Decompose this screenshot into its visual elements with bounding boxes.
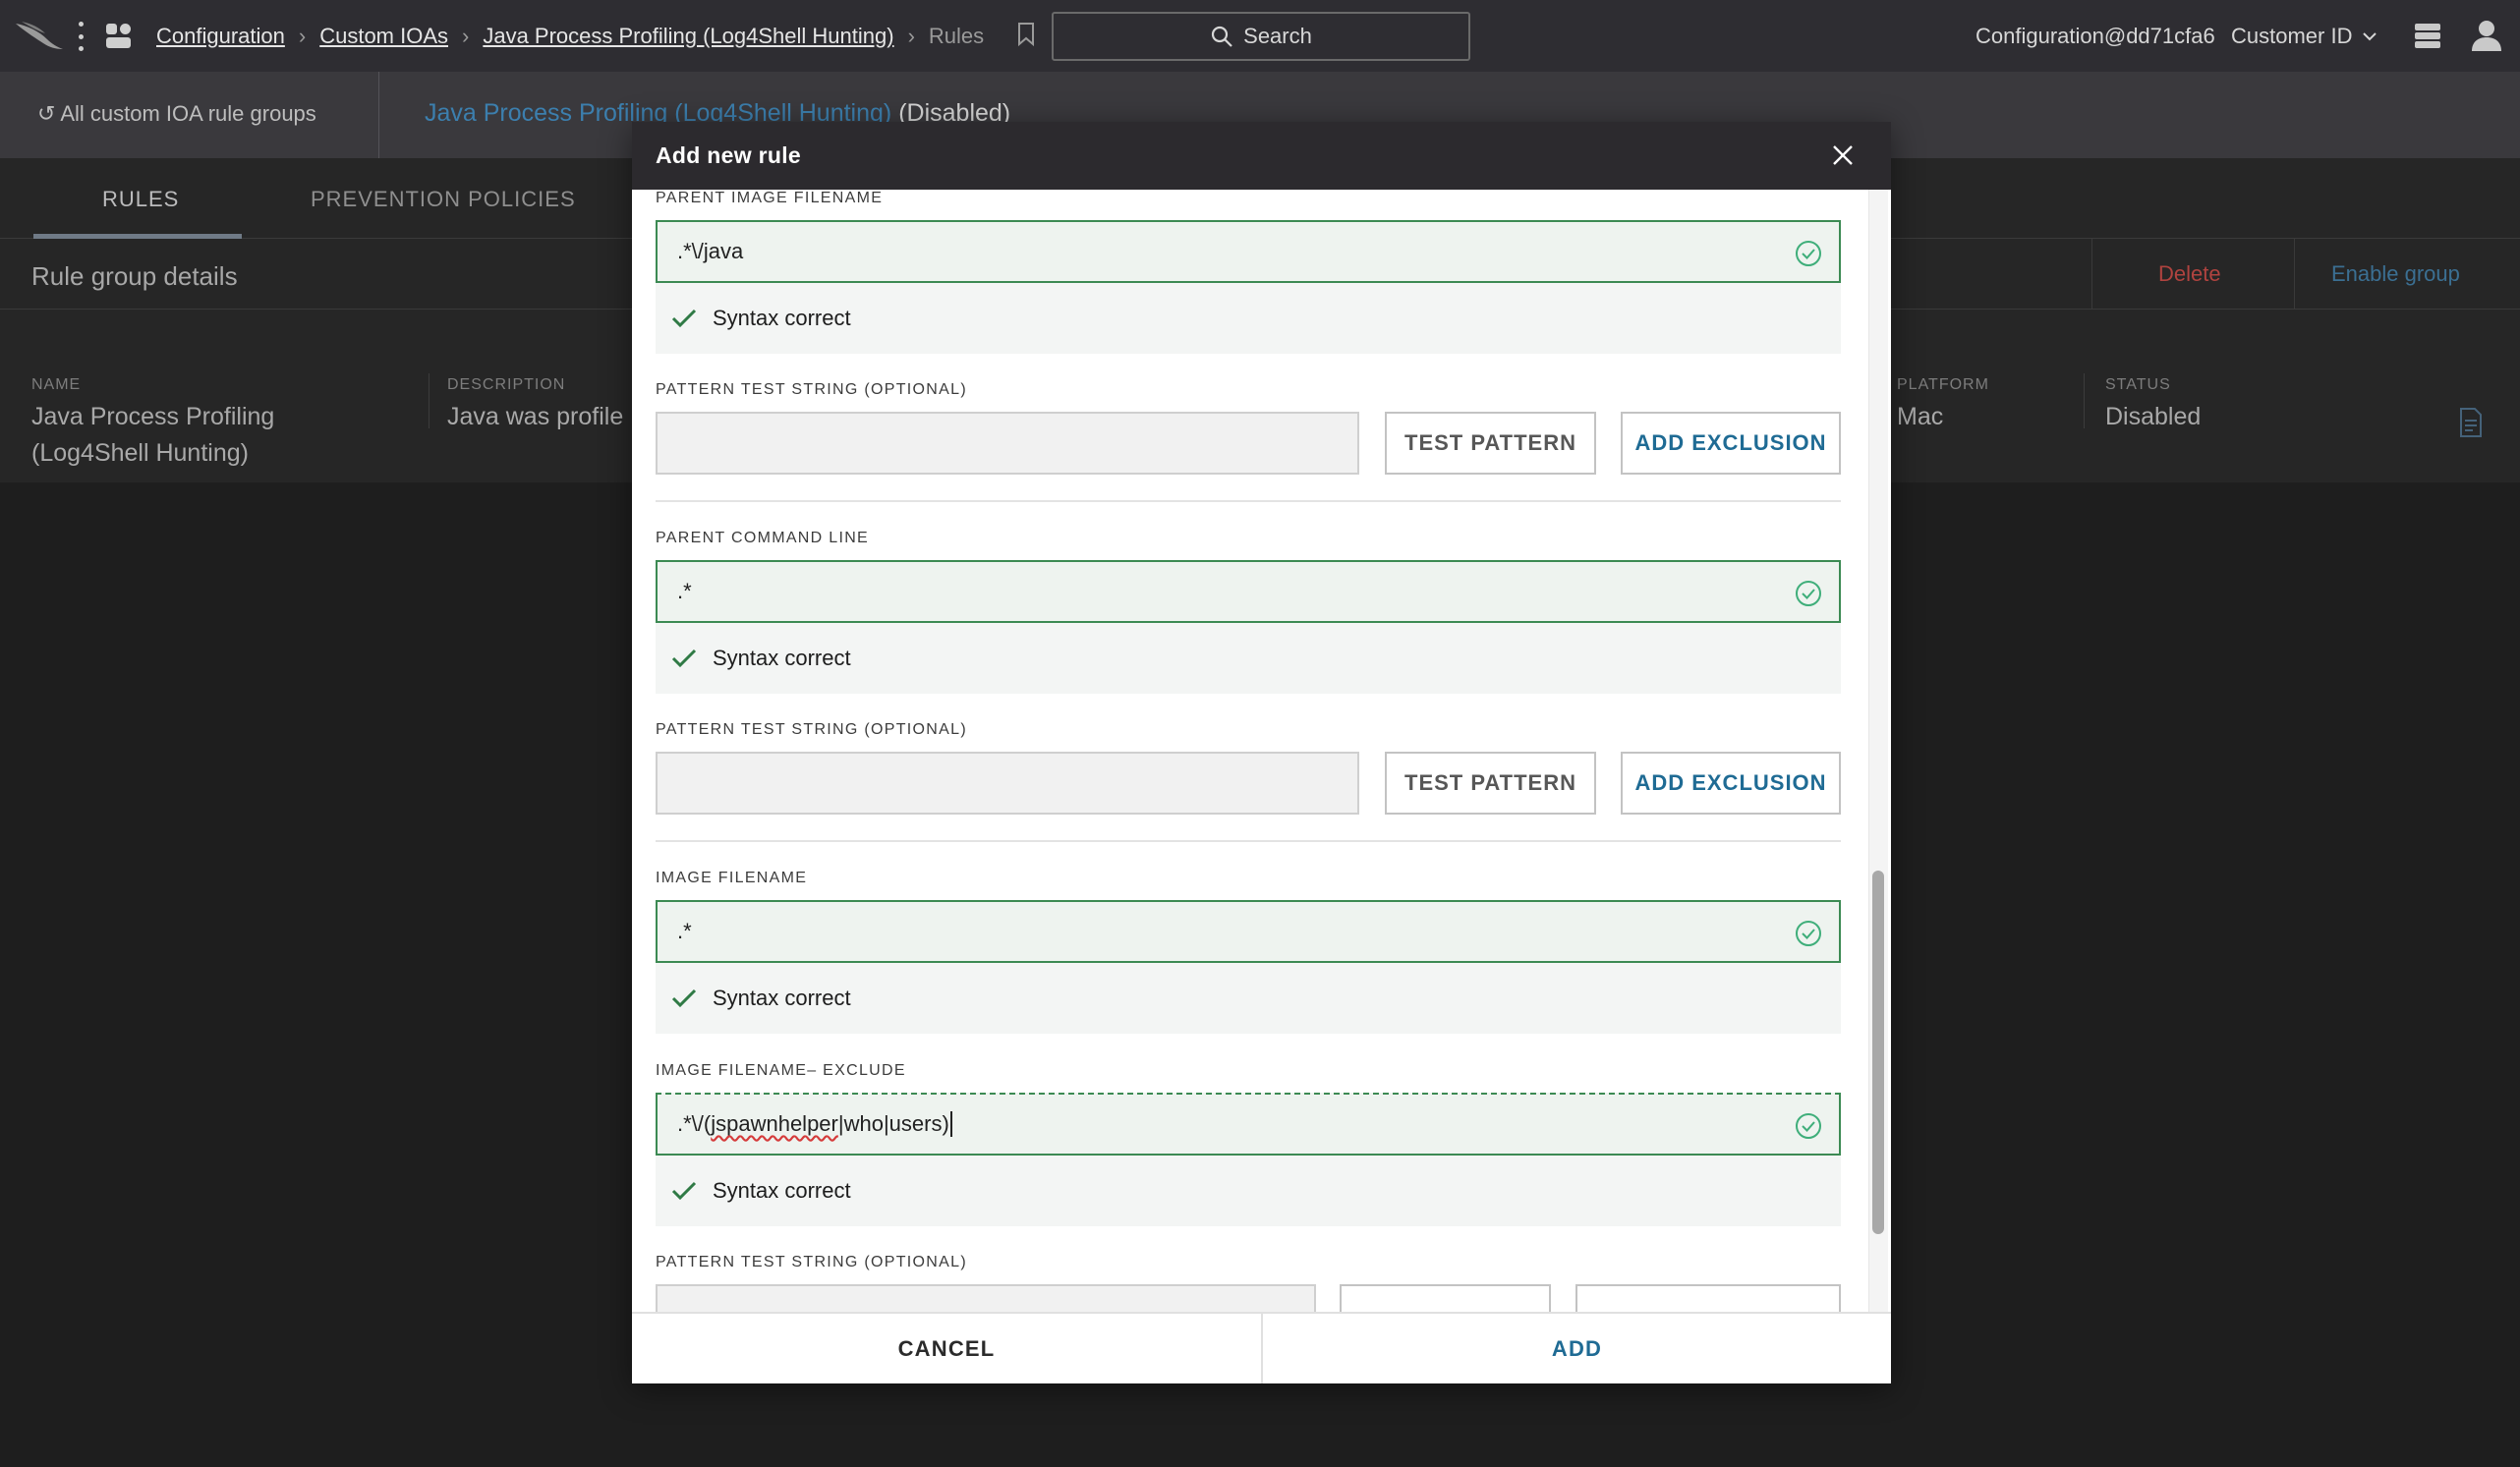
- rule-group-details-title: Rule group details: [31, 261, 238, 291]
- status-value: Disabled: [2105, 403, 2202, 430]
- syntax-status-text: Syntax correct: [713, 306, 851, 330]
- divider: [378, 72, 379, 158]
- dialog-title: Add new rule: [656, 142, 802, 168]
- check-circle-icon: [1796, 921, 1821, 946]
- name-value-line2: (Log4Shell Hunting): [31, 439, 249, 467]
- search-input[interactable]: Search: [1052, 12, 1470, 61]
- divider: [2091, 239, 2092, 309]
- add-exclusion-button[interactable]: ADD EXCLUSION: [1621, 412, 1841, 475]
- pattern-test-label: PATTERN TEST STRING (OPTIONAL): [656, 721, 967, 738]
- divider: [656, 500, 1841, 502]
- delete-group-button[interactable]: Delete: [2158, 261, 2221, 287]
- add-button[interactable]: ADD: [1263, 1314, 1891, 1383]
- tab-rules[interactable]: RULES: [102, 187, 179, 212]
- syntax-status: Syntax correct: [656, 283, 1841, 354]
- checkmark-icon: [671, 1181, 697, 1201]
- parent-command-line-label: PARENT COMMAND LINE: [656, 530, 870, 546]
- undo-icon: ↺: [37, 101, 61, 126]
- add-rule-dialog: Add new rule PARENT IMAGE FILENAME .*\/j…: [632, 122, 1891, 1383]
- syntax-status-text: Syntax correct: [713, 1178, 851, 1203]
- dialog-footer: CANCEL ADD: [632, 1312, 1891, 1383]
- platform-value: Mac: [1897, 403, 1944, 430]
- pattern-test-label: PATTERN TEST STRING (OPTIONAL): [656, 381, 967, 398]
- breadcrumb-rule-group[interactable]: Java Process Profiling (Log4Shell Huntin…: [483, 24, 893, 49]
- syntax-status-text: Syntax correct: [713, 646, 851, 670]
- checkmark-icon: [671, 988, 697, 1008]
- check-circle-icon: [1796, 581, 1821, 606]
- parent-image-filename-label: PARENT IMAGE FILENAME: [656, 190, 884, 206]
- status-label: STATUS: [2105, 376, 2171, 393]
- image-filename-label: IMAGE FILENAME: [656, 870, 808, 886]
- syntax-status: Syntax correct: [656, 623, 1841, 694]
- add-exclusion-button[interactable]: [1575, 1284, 1841, 1312]
- user-icon[interactable]: [2469, 18, 2504, 53]
- name-value: Java Process Profiling: [31, 403, 275, 430]
- stack-icon[interactable]: [2412, 20, 2443, 51]
- syntax-status: Syntax correct: [656, 963, 1841, 1034]
- enable-group-button[interactable]: Enable group: [2331, 261, 2460, 287]
- image-filename-exclude-label: IMAGE FILENAME– EXCLUDE: [656, 1062, 906, 1079]
- search-placeholder: Search: [1243, 24, 1312, 48]
- image-filename-value: .*: [677, 919, 692, 943]
- pattern-test-label: PATTERN TEST STRING (OPTIONAL): [656, 1254, 967, 1270]
- apps-icon[interactable]: [104, 22, 134, 51]
- search-icon: [1212, 26, 1232, 47]
- breadcrumb-chevron-icon: ›: [462, 24, 470, 48]
- image-filename-exclude-value: .*\/(jspawnhelper|who|users): [677, 1111, 952, 1137]
- pattern-test-input[interactable]: [656, 752, 1359, 815]
- test-pattern-button[interactable]: TEST PATTERN: [1385, 412, 1596, 475]
- active-tab-indicator: [33, 234, 242, 239]
- bookmark-icon[interactable]: [1016, 22, 1036, 47]
- description-label: DESCRIPTION: [447, 376, 566, 393]
- back-link-label: All custom IOA rule groups: [60, 101, 316, 126]
- parent-command-line-value: .*: [677, 579, 692, 603]
- chevron-down-icon: [2363, 32, 2377, 41]
- dialog-body: PARENT IMAGE FILENAME .*\/java Syntax co…: [632, 190, 1891, 1312]
- breadcrumb: Configuration › Custom IOAs › Java Proce…: [156, 24, 984, 49]
- parent-image-filename-value: .*\/java: [677, 239, 744, 263]
- divider: [2294, 239, 2295, 309]
- checkmark-icon: [671, 309, 697, 328]
- parent-command-line-input[interactable]: .*: [656, 560, 1841, 623]
- customer-id-label: Customer ID: [2231, 24, 2353, 48]
- add-exclusion-button[interactable]: ADD EXCLUSION: [1621, 752, 1841, 815]
- cancel-button[interactable]: CANCEL: [632, 1314, 1261, 1383]
- image-filename-exclude-input[interactable]: .*\/(jspawnhelper|who|users): [656, 1093, 1841, 1156]
- name-label: NAME: [31, 376, 82, 393]
- account-name[interactable]: Configuration@dd71cfa6: [1976, 24, 2215, 49]
- breadcrumb-chevron-icon: ›: [907, 24, 915, 48]
- exclude-value-suffix: |who|users): [837, 1111, 949, 1136]
- divider: [656, 840, 1841, 842]
- falcon-logo-icon[interactable]: [14, 18, 65, 53]
- back-to-rule-groups-link[interactable]: ↺ All custom IOA rule groups: [37, 101, 316, 127]
- checkmark-icon: [671, 649, 697, 668]
- document-icon[interactable]: [2457, 407, 2485, 438]
- tab-prevention-policies[interactable]: PREVENTION POLICIES: [311, 187, 576, 212]
- breadcrumb-configuration[interactable]: Configuration: [156, 24, 285, 49]
- exclude-value-prefix: .*\/(: [677, 1111, 712, 1136]
- close-icon[interactable]: [1829, 141, 1857, 169]
- syntax-status: Syntax correct: [656, 1156, 1841, 1226]
- syntax-status-text: Syntax correct: [713, 986, 851, 1010]
- test-pattern-button[interactable]: TEST PATTERN: [1385, 752, 1596, 815]
- pattern-test-input[interactable]: [656, 412, 1359, 475]
- image-filename-input[interactable]: .*: [656, 900, 1841, 963]
- breadcrumb-chevron-icon: ›: [298, 24, 307, 48]
- more-menu-icon[interactable]: [77, 22, 85, 51]
- scrollbar-thumb[interactable]: [1872, 871, 1884, 1234]
- check-circle-icon: [1796, 241, 1821, 266]
- breadcrumb-current: Rules: [928, 24, 985, 48]
- parent-image-filename-input[interactable]: .*\/java: [656, 220, 1841, 283]
- divider: [2084, 373, 2085, 428]
- check-circle-icon: [1796, 1113, 1821, 1139]
- dialog-header: Add new rule: [632, 122, 1891, 190]
- customer-id-dropdown[interactable]: Customer ID: [2231, 24, 2377, 49]
- breadcrumb-custom-ioas[interactable]: Custom IOAs: [319, 24, 448, 49]
- platform-label: PLATFORM: [1897, 376, 1989, 393]
- description-value: Java was profile: [447, 403, 624, 430]
- exclude-value-spellcheck: jspawnhelper: [711, 1111, 838, 1136]
- test-pattern-button[interactable]: [1340, 1284, 1551, 1312]
- pattern-test-input[interactable]: [656, 1284, 1316, 1312]
- divider: [429, 373, 430, 428]
